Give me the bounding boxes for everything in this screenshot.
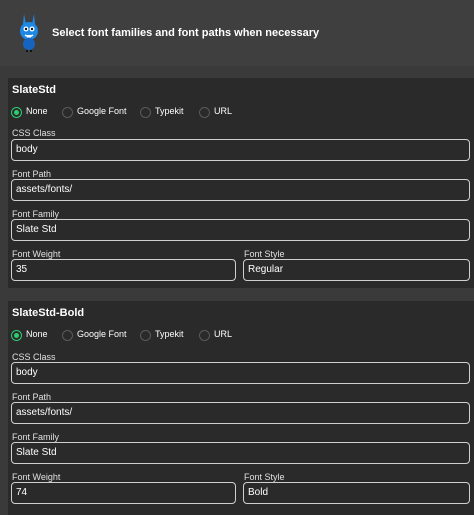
font-style-input[interactable]: Bold <box>243 482 470 504</box>
radio-unchecked-icon <box>140 330 151 341</box>
font-path-label: Font Path <box>12 392 52 402</box>
radio-unchecked-icon <box>62 107 73 118</box>
radio-unchecked-icon <box>140 107 151 118</box>
radio-checked-icon <box>11 107 22 118</box>
font-weight-label: Font Weight <box>12 472 61 482</box>
panel-divider <box>8 294 474 295</box>
font-source-radio-group: None Google Font Typekit URL <box>11 329 471 343</box>
font-style-input[interactable]: Regular <box>243 259 470 281</box>
font-family-label: Font Family <box>12 209 60 219</box>
font-path-label: Font Path <box>12 169 52 179</box>
css-class-input[interactable]: body <box>11 139 470 161</box>
css-class-label: CSS Class <box>12 352 56 362</box>
font-family-label: Font Family <box>12 432 60 442</box>
font-style-label: Font Style <box>244 472 285 482</box>
css-class-input[interactable]: body <box>11 362 470 384</box>
radio-unchecked-icon <box>199 107 210 118</box>
font-name-heading: SlateStd <box>12 84 57 96</box>
radio-checked-icon <box>11 330 22 341</box>
font-weight-label: Font Weight <box>12 249 61 259</box>
font-family-input[interactable]: Slate Std <box>11 442 470 464</box>
page-title: Select font families and font paths when… <box>52 27 320 39</box>
font-weight-input[interactable]: 35 <box>11 259 236 281</box>
font-panel-slatestd: SlateStd None Google Font Typekit URL CS… <box>8 78 474 288</box>
font-style-label: Font Style <box>244 249 285 259</box>
radio-unchecked-icon <box>62 330 73 341</box>
radio-unchecked-icon <box>199 330 210 341</box>
css-class-label: CSS Class <box>12 128 56 138</box>
header-bar: Select font families and font paths when… <box>0 0 474 66</box>
font-path-input[interactable]: assets/fonts/ <box>11 179 470 201</box>
rabbit-mascot-icon <box>20 14 38 52</box>
font-source-radio-group: None Google Font Typekit URL <box>11 106 471 120</box>
font-weight-input[interactable]: 74 <box>11 482 236 504</box>
font-family-input[interactable]: Slate Std <box>11 219 470 241</box>
font-panel-slatestd-bold: SlateStd-Bold None Google Font Typekit U… <box>8 301 474 515</box>
font-path-input[interactable]: assets/fonts/ <box>11 402 470 424</box>
font-name-heading: SlateStd-Bold <box>12 307 85 319</box>
